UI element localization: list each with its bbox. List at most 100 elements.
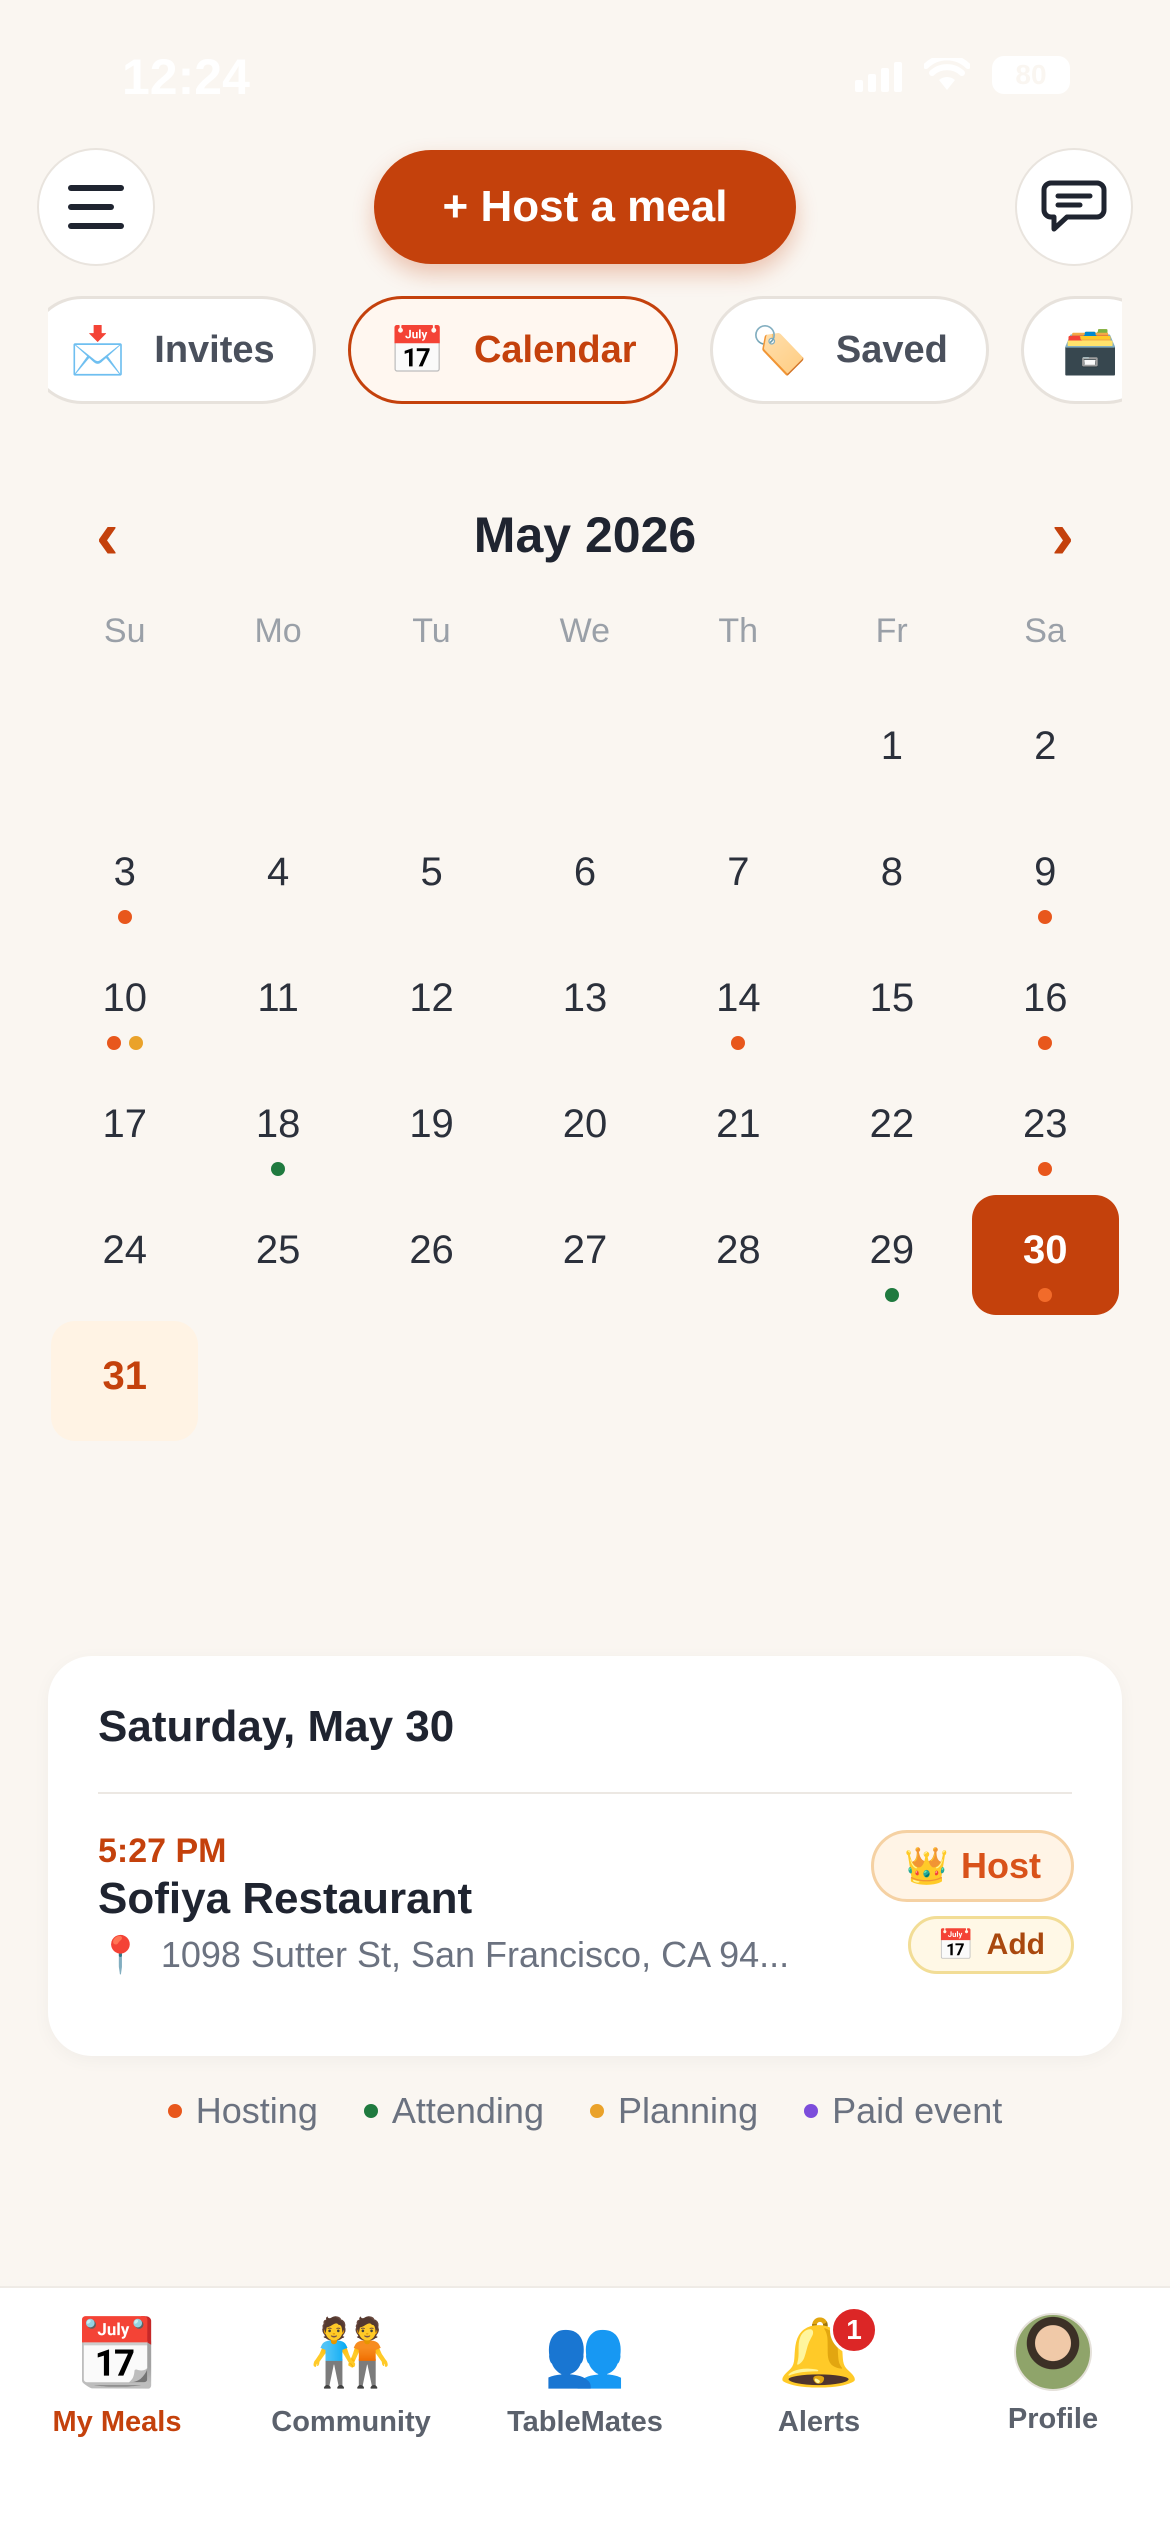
hosting-dot bbox=[1038, 1288, 1053, 1302]
day-number: 7 bbox=[727, 850, 750, 894]
signal-icon bbox=[855, 58, 902, 92]
calendar-day[interactable]: 10 bbox=[48, 940, 201, 1066]
calendar-day[interactable]: 1 bbox=[815, 688, 968, 814]
add-button-label: Add bbox=[986, 1928, 1045, 1961]
tag-icon: 🏷️ bbox=[750, 324, 808, 376]
calendar-day[interactable]: 29 bbox=[815, 1192, 968, 1318]
add-to-calendar-button[interactable]: 📅 Add bbox=[908, 1916, 1074, 1974]
calendar-day[interactable]: 11 bbox=[201, 940, 354, 1066]
day-number: 1 bbox=[880, 724, 903, 768]
legend-label: Hosting bbox=[195, 2090, 318, 2131]
weekday-label: Sa bbox=[1024, 612, 1066, 650]
calendar-day[interactable]: 27 bbox=[508, 1192, 661, 1318]
weekday-label: Su bbox=[103, 612, 146, 650]
hosting-dot bbox=[731, 1036, 746, 1050]
host-a-meal-button[interactable]: + Host a meal bbox=[374, 150, 796, 264]
nav-label: Community bbox=[271, 2406, 431, 2438]
calendar-day[interactable]: 21 bbox=[662, 1066, 815, 1192]
calendar-day[interactable]: 25 bbox=[201, 1192, 354, 1318]
status-time: 12:24 bbox=[122, 49, 250, 105]
weekday-label: Fr bbox=[875, 612, 908, 650]
calendar-day[interactable]: 20 bbox=[508, 1066, 661, 1192]
nav-tablemates[interactable]: 👥 TableMates bbox=[468, 2288, 702, 2532]
nav-community[interactable]: 🧑‍🤝‍🧑 Community bbox=[234, 2288, 468, 2532]
attending-dot bbox=[271, 1162, 286, 1176]
tab-invites[interactable]: 📩 Invites bbox=[48, 296, 316, 404]
event-card[interactable]: Saturday, May 30 5:27 PM Sofiya Restaura… bbox=[48, 1656, 1122, 2056]
bottom-tab-bar: 📆 My Meals 🧑‍🤝‍🧑 Community 👥 TableMates 🔔 1 Aler… bbox=[0, 2286, 1170, 2532]
calendar-grid: 1 2 3 4 5 6 7 8 9 10 11 12 13 14 15 16 17 18 19 20 21 22 23 24 2… bbox=[48, 688, 1122, 1444]
empty-day-cell bbox=[201, 688, 354, 814]
event-dots bbox=[48, 1036, 201, 1050]
calendar-day[interactable]: 16 bbox=[969, 940, 1122, 1066]
day-number: 15 bbox=[869, 976, 915, 1020]
calendar-day[interactable]: 18 bbox=[201, 1066, 354, 1192]
day-number: 6 bbox=[573, 850, 597, 894]
planning-dot bbox=[589, 2104, 604, 2118]
calendar-day[interactable]: 22 bbox=[815, 1066, 968, 1192]
event-dots bbox=[969, 910, 1122, 924]
day-number: 10 bbox=[102, 976, 147, 1020]
nav-alerts[interactable]: 🔔 1 Alerts bbox=[702, 2288, 936, 2532]
day-number: 8 bbox=[880, 850, 903, 894]
tab-saved[interactable]: 🏷️ Saved bbox=[709, 296, 989, 404]
calendar-day[interactable]: 28 bbox=[662, 1192, 815, 1318]
messages-button[interactable] bbox=[1015, 148, 1133, 266]
event-dots bbox=[48, 910, 201, 924]
calendar-day[interactable]: 14 bbox=[662, 940, 815, 1066]
calendar-day[interactable]: 31 bbox=[48, 1318, 201, 1444]
day-number: 13 bbox=[562, 976, 608, 1020]
tab-calendar[interactable]: 📅 Calendar bbox=[347, 296, 678, 404]
calendar-day[interactable]: 3 bbox=[48, 814, 201, 940]
event-name[interactable]: Sofiya Restaurant bbox=[98, 1874, 472, 1924]
next-month-button[interactable]: › bbox=[1051, 490, 1074, 580]
chat-bubble-icon bbox=[1041, 180, 1107, 232]
calendar-header: ‹ May 2026 › bbox=[60, 490, 1110, 580]
envelope-icon: 📩 bbox=[69, 324, 127, 376]
nav-label: Alerts bbox=[777, 2406, 861, 2438]
hosting-dot bbox=[167, 2104, 182, 2118]
alert-count-badge: 1 bbox=[830, 2306, 878, 2354]
calendar-day[interactable]: 23 bbox=[969, 1066, 1122, 1192]
calendar-day[interactable]: 17 bbox=[48, 1066, 201, 1192]
divider bbox=[98, 1792, 1072, 1794]
host-badge-label: Host bbox=[961, 1845, 1041, 1886]
calendar-day[interactable]: 19 bbox=[355, 1066, 508, 1192]
attending-dot bbox=[884, 1288, 899, 1302]
calendar-day[interactable]: 26 bbox=[355, 1192, 508, 1318]
battery-icon: 80 bbox=[992, 56, 1070, 94]
calendar-day[interactable]: 8 bbox=[815, 814, 968, 940]
day-number: 17 bbox=[102, 1102, 147, 1146]
calendar-day[interactable]: 12 bbox=[355, 940, 508, 1066]
segment-tabs: 📩 Invites 📅 Calendar 🏷️ Saved 🗃️ bbox=[48, 296, 1122, 408]
nav-profile[interactable]: Profile bbox=[936, 2288, 1170, 2532]
weekday-label: Th bbox=[718, 612, 759, 650]
empty-day-cell bbox=[508, 688, 661, 814]
calendar-day[interactable]: 6 bbox=[508, 814, 661, 940]
calendar-day[interactable]: 4 bbox=[201, 814, 354, 940]
month-title: May 2026 bbox=[473, 507, 697, 563]
calendar-day[interactable]: 13 bbox=[508, 940, 661, 1066]
weekday-label: We bbox=[559, 612, 611, 650]
legend-label: Planning bbox=[617, 2090, 759, 2131]
calendar-legend: Hosting Attending Planning Paid event bbox=[0, 2090, 1170, 2132]
menu-button[interactable] bbox=[37, 148, 155, 266]
tab-more[interactable]: 🗃️ bbox=[1020, 296, 1122, 404]
calendar-day[interactable]: 2 bbox=[969, 688, 1122, 814]
calendar-day[interactable]: 15 bbox=[815, 940, 968, 1066]
day-number: 22 bbox=[869, 1102, 915, 1146]
attending-dot bbox=[363, 2104, 378, 2118]
weekday-label: Tu bbox=[412, 612, 451, 650]
calendar-day[interactable]: 9 bbox=[969, 814, 1122, 940]
day-number: 27 bbox=[562, 1228, 608, 1272]
nav-my-meals[interactable]: 📆 My Meals bbox=[0, 2288, 234, 2532]
day-number: 31 bbox=[102, 1354, 147, 1398]
people-icon: 🧑‍🤝‍🧑 bbox=[309, 2315, 393, 2389]
hosting-dot bbox=[1038, 1036, 1053, 1050]
calendar-day[interactable]: 5 bbox=[355, 814, 508, 940]
calendar-day[interactable]: 7 bbox=[662, 814, 815, 940]
calendar-icon: 📆 bbox=[75, 2315, 159, 2389]
calendar-day[interactable]: 24 bbox=[48, 1192, 201, 1318]
day-number: 9 bbox=[1034, 850, 1057, 894]
calendar-day[interactable]: 30 bbox=[969, 1192, 1122, 1318]
